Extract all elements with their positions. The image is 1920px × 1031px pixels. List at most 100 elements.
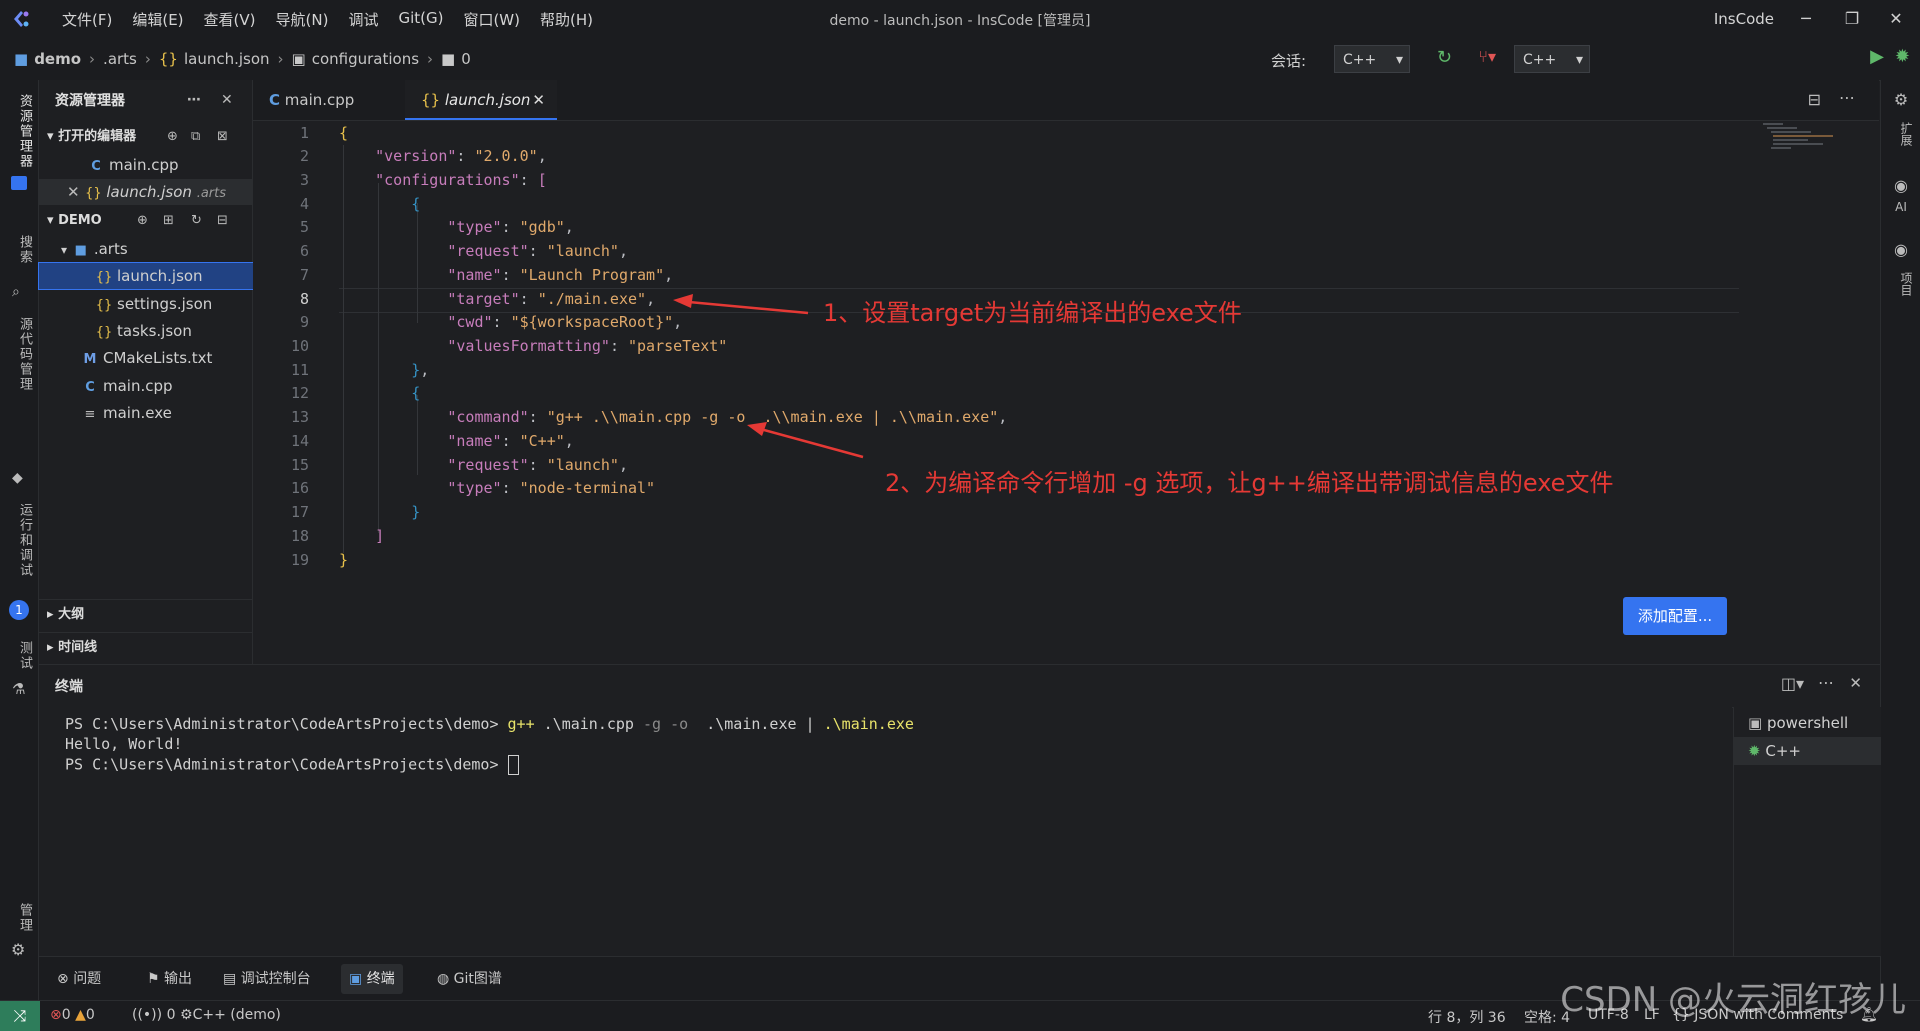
activity-test[interactable]: 测试	[4, 636, 34, 676]
terminal-args: .\main.exe |	[688, 715, 824, 733]
close-all-icon[interactable]: ⊠	[217, 124, 228, 150]
brand-label[interactable]: InsCode	[1714, 10, 1774, 28]
tree-item-label: main.cpp	[103, 377, 173, 395]
ai-icon: ◉	[1894, 176, 1908, 195]
chevron-down-icon: ▾	[47, 213, 54, 228]
minimize-icon[interactable]: ─	[1786, 6, 1826, 32]
tree-item-arts[interactable]: ▾ ■ .arts	[39, 236, 274, 262]
session-value: C++	[1343, 52, 1377, 68]
array-icon: ▣	[291, 50, 306, 68]
new-folder-icon[interactable]: ⊞	[163, 208, 174, 234]
menu-git[interactable]: Git(G)	[388, 9, 453, 30]
run-icon[interactable]: ▶	[1870, 46, 1884, 67]
restore-icon[interactable]: ❐	[1832, 6, 1872, 32]
activity-search[interactable]: 搜索	[4, 220, 34, 280]
split-terminal-icon[interactable]: ◫▾	[1781, 674, 1804, 693]
new-file-icon[interactable]: ⊕	[167, 124, 178, 150]
tab-output[interactable]: ⚑ 输出	[139, 964, 200, 994]
menu-navigate[interactable]: 导航(N)	[266, 9, 339, 30]
breadcrumb: ■ demo › .arts › {} launch.json › ▣ conf…	[0, 38, 1920, 81]
tree-item-label: .arts	[93, 240, 128, 258]
tab-problems[interactable]: ⊗ 问题	[49, 964, 109, 994]
close-tab-icon[interactable]: ✕	[532, 80, 545, 120]
tab-terminal[interactable]: ▣ 终端	[341, 964, 403, 994]
arrow-head-icon	[673, 294, 693, 308]
rightbar-project[interactable]: 项目	[1887, 264, 1915, 304]
activity-scm[interactable]: 源代码管理	[4, 304, 34, 404]
project-label: DEMO	[58, 213, 102, 228]
warning-icon: ▲	[75, 1007, 86, 1023]
terminal-item-powershell[interactable]: ▣ powershell	[1734, 709, 1881, 737]
save-all-icon[interactable]: ⧉	[191, 124, 200, 150]
open-editors-header[interactable]: ▾ 打开的编辑器 ⊕ ⧉ ⊠	[39, 124, 260, 150]
terminal-item-cpp[interactable]: ✹ C++	[1734, 737, 1881, 765]
close-window-icon[interactable]: ✕	[1876, 6, 1916, 32]
annotation-arrow-1	[677, 299, 809, 315]
menu-edit[interactable]: 编辑(E)	[122, 9, 193, 30]
session-select[interactable]: C++ ▾	[1334, 45, 1410, 73]
cpp-file-icon: C	[269, 91, 281, 109]
code-editor[interactable]: 1 2 3 4 5 6 7 8 9 10 11 12 13 14 15 16 1…	[253, 121, 1879, 664]
more-icon[interactable]: ⋯	[187, 92, 201, 108]
minimap[interactable]	[1763, 121, 1863, 181]
refresh-icon[interactable]: ↻	[191, 208, 202, 234]
tree-item-label: CMakeLists.txt	[103, 349, 213, 367]
chevron-down-icon: ▾	[47, 129, 54, 144]
outline-header[interactable]: ▸ 大纲	[39, 602, 260, 628]
terminal[interactable]: PS C:\Users\Administrator\CodeArtsProjec…	[39, 707, 1732, 956]
split-editor-icon[interactable]: ⊟	[1808, 90, 1821, 109]
annotation-2: 2、为编译命令行增加 -g 选项，让g++编译出带调试信息的exe文件	[885, 469, 1614, 497]
tab-main-cpp[interactable]: C main.cpp	[253, 80, 403, 120]
more-icon[interactable]: ⋯	[1839, 88, 1855, 107]
session-label: 会话:	[1270, 52, 1306, 70]
project-header[interactable]: ▾ DEMO ⊕ ⊞ ↻ ⊟	[39, 208, 260, 234]
menu-help[interactable]: 帮助(H)	[530, 9, 603, 30]
open-editor-item[interactable]: ✕ {} launch.json .arts	[39, 179, 280, 205]
terminal-list: ▣ powershell ✹ C++	[1733, 707, 1881, 956]
close-panel-icon[interactable]: ✕	[1849, 674, 1862, 692]
run-config-select[interactable]: C++ ▾	[1514, 45, 1590, 73]
debug-bug-icon[interactable]: ✹	[1895, 46, 1910, 67]
breadcrumb-launch-json[interactable]: {} launch.json	[159, 50, 270, 68]
breadcrumb-demo[interactable]: ■ demo	[14, 50, 81, 68]
object-icon: ■	[441, 50, 456, 68]
close-icon[interactable]: ✕	[221, 92, 233, 108]
gear-icon[interactable]: ⚙	[11, 940, 25, 959]
activity-manage[interactable]: 管理	[4, 898, 34, 938]
caret-down-icon: ▾	[1575, 52, 1583, 68]
status-session[interactable]: ⚙C++ (demo)	[180, 1007, 281, 1023]
rightbar-ai[interactable]: AI	[1887, 200, 1915, 214]
menu-debug[interactable]: 调试	[338, 9, 388, 30]
annotation-1: 1、设置target为当前编译出的exe文件	[823, 299, 1242, 327]
git-icon[interactable]: ⑂▾	[1478, 47, 1496, 66]
breadcrumb-arts[interactable]: .arts	[103, 50, 137, 68]
more-icon[interactable]: ⋯	[1818, 673, 1834, 692]
menu-window[interactable]: 窗口(W)	[453, 9, 530, 30]
activity-explorer[interactable]: 资源管理器	[4, 86, 34, 176]
json-icon: {}	[95, 270, 113, 285]
activity-run-debug[interactable]: 运行和调试	[4, 490, 34, 590]
rightbar-extensions[interactable]: 扩展	[1887, 114, 1915, 154]
new-file-icon[interactable]: ⊕	[137, 208, 148, 234]
tab-git-graph[interactable]: ◍ Git图谱	[429, 964, 510, 994]
collapse-icon[interactable]: ⊟	[217, 208, 228, 234]
add-configuration-button[interactable]: 添加配置...	[1623, 597, 1727, 635]
status-position[interactable]: 行 8，列 36	[1428, 1007, 1506, 1027]
breadcrumb-label: demo	[34, 50, 82, 68]
tab-debug-console[interactable]: ▤ 调试控制台	[215, 964, 319, 994]
terminal-args: .\main.cpp	[534, 715, 643, 733]
tab-launch-json[interactable]: {} launch.json ✕	[405, 80, 557, 120]
breadcrumb-index[interactable]: ■ 0	[441, 50, 471, 68]
remote-icon[interactable]: ⤨	[0, 1001, 40, 1031]
folder-icon: ■	[14, 50, 29, 68]
timeline-header[interactable]: ▸ 时间线	[39, 635, 260, 661]
close-icon[interactable]: ✕	[67, 183, 80, 201]
run-badge: 1	[9, 600, 29, 620]
menu-view[interactable]: 查看(V)	[194, 9, 266, 30]
chevron-right-icon: ›	[144, 50, 151, 68]
refresh-icon[interactable]: ↻	[1437, 47, 1452, 68]
breadcrumb-configurations[interactable]: ▣ configurations	[292, 50, 420, 68]
menu-file[interactable]: 文件(F)	[52, 9, 122, 30]
status-problems[interactable]: ⊗0 ▲0	[50, 1007, 95, 1023]
status-ports[interactable]: ((•)) 0	[132, 1007, 175, 1023]
